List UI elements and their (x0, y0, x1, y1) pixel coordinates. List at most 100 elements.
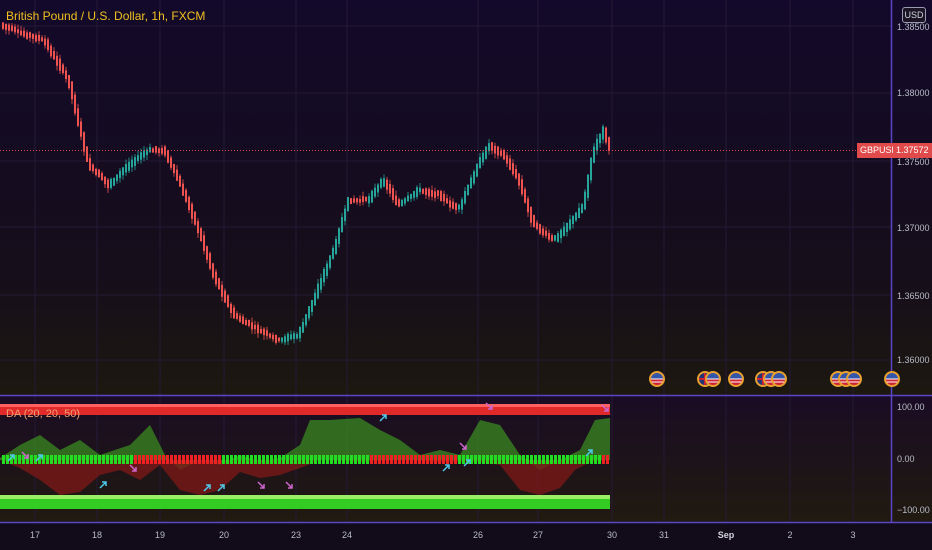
candle-body (41, 37, 43, 42)
currency-badge[interactable]: USD (902, 7, 926, 23)
candle-body (344, 208, 346, 222)
candle-body (548, 233, 550, 240)
candle-body (257, 324, 259, 334)
candle-body (497, 146, 499, 156)
candle-body (134, 157, 136, 166)
candle-body (236, 313, 238, 319)
candle-body (8, 24, 10, 31)
us-flag-icon[interactable] (705, 371, 721, 387)
indicator-zero-dot (434, 455, 437, 464)
candle-body (284, 336, 286, 343)
candle-body (149, 147, 151, 153)
candle-body (80, 121, 82, 137)
candle-body (563, 226, 565, 236)
candle-body (332, 247, 334, 259)
indicator-zero-dot (306, 455, 309, 464)
candle-body (155, 146, 157, 153)
indicator-zero-dot (238, 455, 241, 464)
indicator-zero-dot (374, 455, 377, 464)
candle-body (530, 206, 532, 223)
indicator-zero-dot (54, 455, 57, 464)
indicator-zero-dot (402, 455, 405, 464)
time-axis-label: 2 (787, 530, 793, 540)
candle-body (584, 191, 586, 210)
candle-body (311, 300, 313, 312)
indicator-zero-dot (322, 455, 325, 464)
candle-body (188, 196, 190, 210)
time-axis-label: 3 (850, 530, 856, 540)
indicator-zero-dot (410, 455, 413, 464)
candle-body (413, 191, 415, 198)
candle-body (416, 187, 418, 197)
us-flag-icon[interactable] (649, 371, 665, 387)
indicator-zero-dot (422, 455, 425, 464)
indicator-zero-dot (514, 455, 517, 464)
candle-body (128, 161, 130, 171)
indicator-label[interactable]: DA (20, 20, 50) (6, 408, 80, 420)
price-axis-label: 1.38000 (897, 88, 930, 98)
candle-body (431, 190, 433, 197)
indicator-zero-dot (146, 455, 149, 464)
candle-body (251, 322, 253, 330)
indicator-zero-dot (182, 455, 185, 464)
candle-body (38, 34, 40, 41)
candle-body (581, 204, 583, 213)
indicator-lower-band-highlight (0, 495, 610, 499)
indicator-axis-label: 100.00 (897, 402, 925, 412)
indicator-zero-dot (570, 455, 573, 464)
indicator-zero-dot (366, 455, 369, 464)
candle-body (191, 203, 193, 219)
candle-body (446, 198, 448, 204)
candle-body (74, 94, 76, 114)
indicator-zero-dot (206, 455, 209, 464)
indicator-zero-dot (490, 455, 493, 464)
indicator-zero-dot (350, 455, 353, 464)
candle-body (320, 278, 322, 290)
candle-body (212, 263, 214, 278)
us-flag-icon[interactable] (884, 371, 900, 387)
candle-body (455, 203, 457, 210)
indicator-zero-dot (510, 455, 513, 464)
us-flag-icon[interactable] (846, 371, 862, 387)
candle-body (470, 177, 472, 189)
candle-body (86, 146, 88, 162)
indicator-zero-dot (46, 455, 49, 464)
candle-body (83, 132, 85, 152)
candle-body (125, 164, 127, 173)
candle-body (32, 33, 34, 39)
indicator-zero-dot (526, 455, 529, 464)
candle-body (350, 198, 352, 204)
indicator-zero-dot (406, 455, 409, 464)
indicator-zero-dot (2, 455, 5, 464)
candle-body (410, 194, 412, 199)
indicator-zero-dot (174, 455, 177, 464)
indicator-zero-dot (342, 455, 345, 464)
indicator-zero-dot (534, 455, 537, 464)
indicator-zero-dot (438, 455, 441, 464)
candle-body (422, 188, 424, 194)
candle-body (218, 278, 220, 290)
indicator-zero-dot (574, 455, 577, 464)
indicator-zero-dot (562, 455, 565, 464)
candle-body (404, 198, 406, 204)
us-flag-icon[interactable] (728, 371, 744, 387)
indicator-zero-dot (18, 455, 21, 464)
candle-body (269, 333, 271, 338)
last-price-tag: 1.37572 (893, 143, 932, 158)
indicator-zero-dot (390, 455, 393, 464)
indicator-zero-dot (246, 455, 249, 464)
indicator-zero-dot (450, 455, 453, 464)
us-flag-icon[interactable] (771, 371, 787, 387)
candle-body (254, 324, 256, 330)
indicator-zero-dot (234, 455, 237, 464)
time-axis-label: 20 (218, 530, 230, 540)
chart-canvas[interactable] (0, 0, 932, 550)
indicator-zero-dot (82, 455, 85, 464)
candle-body (176, 169, 178, 181)
indicator-zero-dot (442, 455, 445, 464)
candle-body (65, 70, 67, 79)
indicator-zero-dot (338, 455, 341, 464)
indicator-zero-dot (282, 455, 285, 464)
candle-body (71, 81, 73, 100)
candle-body (383, 178, 385, 187)
